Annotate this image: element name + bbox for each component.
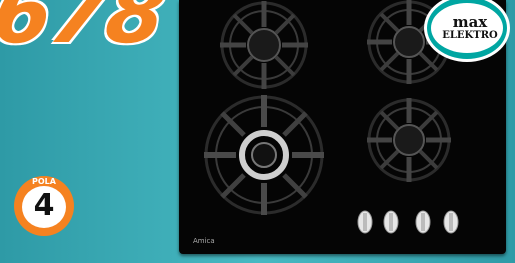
burner-bottom-left [204, 95, 324, 215]
knob-3 [415, 210, 431, 234]
badge-label: POLA [32, 177, 56, 186]
burner-top-left [220, 1, 308, 89]
knob-4 [443, 210, 459, 234]
burner-bottom-right [367, 98, 451, 182]
brand-label: Amica [193, 237, 215, 245]
control-knobs [357, 210, 459, 234]
logo-line2: ELEKTRO [442, 30, 498, 41]
logo-line1: max [452, 13, 488, 31]
knob-2 [383, 210, 399, 234]
price-amount: 678 [0, 0, 171, 62]
knob-1 [357, 210, 373, 234]
badge-count: 4 [33, 188, 55, 223]
burner-count-badge: POLA 4 [14, 176, 74, 236]
